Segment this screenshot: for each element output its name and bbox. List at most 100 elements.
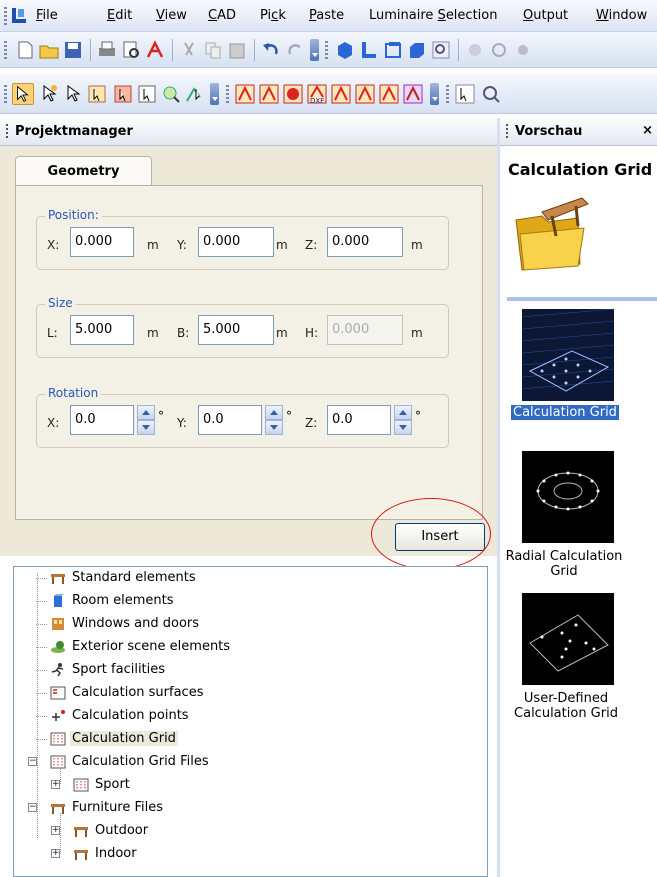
- panel-grip[interactable]: [506, 124, 508, 139]
- tree-item-indoor[interactable]: + Indoor: [47, 844, 139, 864]
- pdf-export-icon[interactable]: [144, 39, 166, 61]
- rotation-z-stepper[interactable]: [394, 405, 412, 435]
- close-icon[interactable]: ×: [642, 123, 653, 138]
- spin-up-icon[interactable]: [137, 405, 155, 420]
- insert-button[interactable]: Insert: [395, 523, 485, 551]
- select-surface-icon[interactable]: [136, 83, 158, 105]
- pan-icon[interactable]: [464, 39, 486, 61]
- size-b-input[interactable]: 5.000: [198, 315, 274, 345]
- calc-grid-icon[interactable]: [282, 83, 304, 105]
- tree-item-calculation-surfaces[interactable]: Calculation surfaces: [36, 683, 205, 703]
- zoom-window-icon[interactable]: [430, 39, 452, 61]
- tree-item-outdoor[interactable]: + Outdoor: [47, 821, 150, 841]
- menu-pick[interactable]: Pick: [260, 8, 286, 23]
- spin-up-icon[interactable]: [265, 405, 283, 420]
- select-zoom-icon[interactable]: [160, 83, 182, 105]
- select-luminaire-icon[interactable]: [38, 83, 60, 105]
- tree-item-room-elements[interactable]: Room elements: [36, 591, 176, 611]
- toolbar-grip[interactable]: [4, 85, 7, 103]
- select-path-icon[interactable]: [184, 83, 206, 105]
- calc-layer-icon[interactable]: [402, 83, 424, 105]
- print-icon[interactable]: [96, 39, 118, 61]
- toolbar-overflow-button[interactable]: [310, 39, 319, 61]
- new-file-icon[interactable]: [14, 39, 36, 61]
- zoom-icon[interactable]: [480, 83, 502, 105]
- rotate-view-icon[interactable]: [488, 39, 510, 61]
- paste-icon[interactable]: [226, 39, 248, 61]
- calc-object-icon[interactable]: [378, 83, 400, 105]
- expand-toggle[interactable]: +: [51, 849, 60, 858]
- calc-angle-icon[interactable]: [330, 83, 352, 105]
- expand-toggle[interactable]: +: [51, 780, 60, 789]
- open-folder-icon[interactable]: [38, 39, 60, 61]
- rotation-x-stepper[interactable]: [137, 405, 155, 435]
- user-defined-grid-thumb-label[interactable]: User-Defined Calculation Grid: [504, 691, 628, 721]
- pointer-icon[interactable]: [454, 83, 476, 105]
- collapse-toggle[interactable]: −: [28, 803, 37, 812]
- tree-item-sport-facilities[interactable]: Sport facilities: [36, 660, 167, 680]
- tree-item-sport[interactable]: + Sport: [47, 775, 132, 795]
- toolbar-grip[interactable]: [226, 85, 229, 103]
- cut-icon[interactable]: [178, 39, 200, 61]
- tree-item-calculation-points[interactable]: Calculation points: [36, 706, 191, 726]
- select-object-icon[interactable]: [62, 83, 84, 105]
- tree-item-windows-and-doors[interactable]: Windows and doors: [36, 614, 201, 634]
- radial-grid-thumbnail[interactable]: [522, 451, 614, 543]
- toolbar-overflow-button[interactable]: [430, 83, 439, 105]
- collapse-toggle[interactable]: −: [28, 757, 37, 766]
- tree-item-exterior-scene-elements[interactable]: Exterior scene elements: [36, 637, 232, 657]
- rotation-x-input[interactable]: 0.0: [70, 405, 134, 435]
- expand-toggle[interactable]: +: [51, 826, 60, 835]
- tree-item-calculation-grid[interactable]: Calculation Grid: [36, 729, 178, 749]
- front-view-icon[interactable]: [406, 39, 428, 61]
- menu-view[interactable]: View: [156, 8, 187, 23]
- radial-grid-thumb-label[interactable]: Radial Calculation Grid: [504, 549, 624, 579]
- toolbar-grip[interactable]: [325, 41, 328, 59]
- menu-grip[interactable]: [4, 7, 7, 25]
- calc-surface-icon[interactable]: [234, 83, 256, 105]
- calc-points-icon[interactable]: [258, 83, 280, 105]
- calculation-grid-thumb-label[interactable]: Calculation Grid: [511, 405, 619, 420]
- position-y-input[interactable]: 0.000: [198, 227, 274, 257]
- calculation-grid-thumbnail[interactable]: [522, 309, 614, 401]
- save-icon[interactable]: [62, 39, 84, 61]
- panel-grip[interactable]: [6, 124, 8, 139]
- menu-paste[interactable]: Paste: [309, 8, 344, 23]
- folder-icon[interactable]: [512, 194, 592, 274]
- position-x-input[interactable]: 0.000: [70, 227, 134, 257]
- toolbar-grip[interactable]: [4, 41, 7, 59]
- 3d-view-icon[interactable]: [334, 39, 356, 61]
- redo-icon[interactable]: [284, 39, 306, 61]
- menu-output[interactable]: Output: [523, 8, 568, 23]
- menu-cad[interactable]: CAD: [208, 8, 236, 23]
- menu-luminaire-selection[interactable]: Luminaire Selection: [369, 8, 497, 23]
- floor-plan-icon[interactable]: [358, 39, 380, 61]
- tab-geometry[interactable]: Geometry: [15, 156, 152, 186]
- select-room-icon[interactable]: [112, 83, 134, 105]
- orbit-icon[interactable]: [512, 39, 534, 61]
- copy-icon[interactable]: [202, 39, 224, 61]
- rotation-y-input[interactable]: 0.0: [198, 405, 262, 435]
- menu-window[interactable]: Window: [596, 8, 647, 23]
- position-z-input[interactable]: 0.000: [327, 227, 403, 257]
- user-defined-grid-thumbnail[interactable]: [522, 593, 614, 685]
- tree-item-calculation-grid-files[interactable]: − Calculation Grid Files: [24, 752, 211, 772]
- print-preview-icon[interactable]: [120, 39, 142, 61]
- spin-up-icon[interactable]: [394, 405, 412, 420]
- spin-down-icon[interactable]: [265, 420, 283, 435]
- rotation-z-input[interactable]: 0.0: [327, 405, 391, 435]
- menu-file[interactable]: File: [36, 8, 58, 23]
- spin-down-icon[interactable]: [394, 420, 412, 435]
- app-logo-icon[interactable]: [10, 7, 28, 25]
- calc-line-icon[interactable]: [354, 83, 376, 105]
- tree-item-standard-elements[interactable]: Standard elements: [36, 568, 198, 588]
- undo-icon[interactable]: [260, 39, 282, 61]
- select-pointer-icon[interactable]: [12, 83, 34, 105]
- side-view-icon[interactable]: [382, 39, 404, 61]
- select-area-icon[interactable]: [86, 83, 108, 105]
- menu-edit[interactable]: Edit: [107, 8, 132, 23]
- toolbar-grip[interactable]: [446, 85, 449, 103]
- tree-item-furniture-files[interactable]: − Furniture Files: [24, 798, 165, 818]
- size-l-input[interactable]: 5.000: [70, 315, 134, 345]
- toolbar-overflow-button[interactable]: [210, 83, 219, 105]
